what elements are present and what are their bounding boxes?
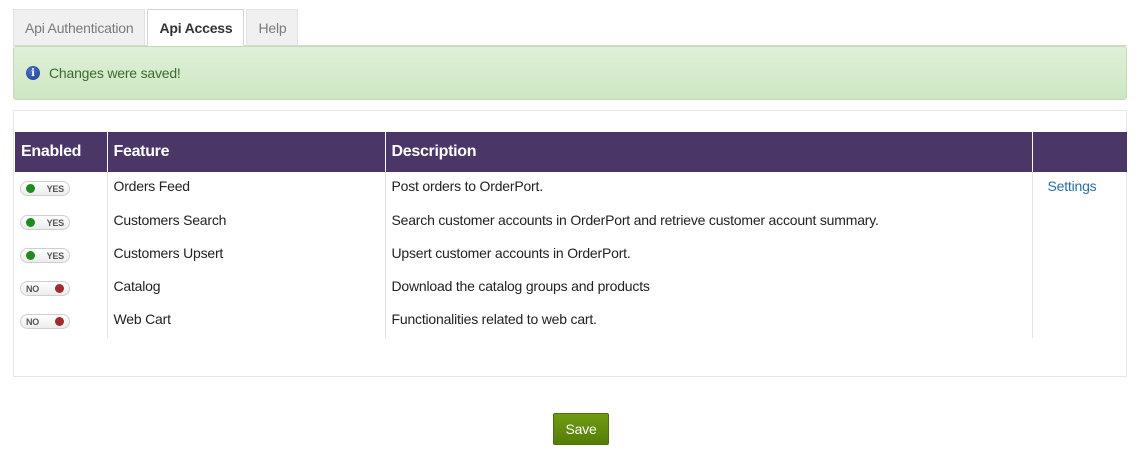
tab-api-authentication[interactable]: Api Authentication [13,9,146,45]
toggle-on-indicator [26,184,35,193]
feature-description: Upsert customer accounts in OrderPort. [385,239,1033,272]
feature-name: Catalog [107,272,386,305]
enabled-toggle[interactable]: NO [20,281,70,296]
toggle-label: NO [26,316,40,327]
features-table: Enabled Feature Description YES Orders F… [15,132,1127,338]
row-action [1032,305,1127,338]
save-button[interactable]: Save [553,413,609,445]
info-icon: i [26,66,40,80]
enabled-toggle[interactable]: YES [20,215,70,230]
settings-link[interactable]: Settings [1048,178,1097,194]
toggle-on-indicator [26,251,35,260]
enabled-toggle[interactable]: YES [20,248,70,263]
header-description: Description [385,132,1033,172]
table-row: NO Web Cart Functionalities related to w… [15,305,1127,338]
toggle-label: YES [46,250,65,261]
table-row: YES Orders Feed Post orders to OrderPort… [15,172,1127,206]
api-access-panel: Enabled Feature Description YES Orders F… [13,110,1127,377]
row-action [1032,239,1127,272]
header-enabled: Enabled [15,132,108,172]
tab-help[interactable]: Help [246,9,299,45]
table-row: YES Customers Upsert Upsert customer acc… [15,239,1127,272]
tab-api-access[interactable]: Api Access [147,9,245,46]
feature-description: Post orders to OrderPort. [385,172,1033,206]
feature-name: Orders Feed [107,172,386,206]
toggle-off-indicator [55,284,64,293]
toggle-on-indicator [26,218,35,227]
feature-name: Customers Upsert [107,239,386,272]
table-row: NO Catalog Download the catalog groups a… [15,272,1127,305]
table-header-row: Enabled Feature Description [15,132,1127,172]
feature-description: Download the catalog groups and products [385,272,1033,305]
toggle-label: YES [46,217,65,228]
feature-name: Web Cart [107,305,386,338]
table-row: YES Customers Search Search customer acc… [15,206,1127,239]
enabled-toggle[interactable]: YES [20,181,70,196]
toggle-label: NO [26,283,40,294]
tab-bar: Api Authentication Api Access Help [13,9,300,46]
toggle-label: YES [46,183,65,194]
toggle-off-indicator [55,317,64,326]
header-feature: Feature [107,132,386,172]
header-action [1032,132,1127,172]
feature-description: Search customer accounts in OrderPort an… [385,206,1033,239]
feature-description: Functionalities related to web cart. [385,305,1033,338]
feature-name: Customers Search [107,206,386,239]
enabled-toggle[interactable]: NO [20,314,70,329]
success-alert: i Changes were saved! [13,46,1127,100]
row-action [1032,206,1127,239]
row-action [1032,272,1127,305]
alert-message: Changes were saved! [49,65,181,81]
